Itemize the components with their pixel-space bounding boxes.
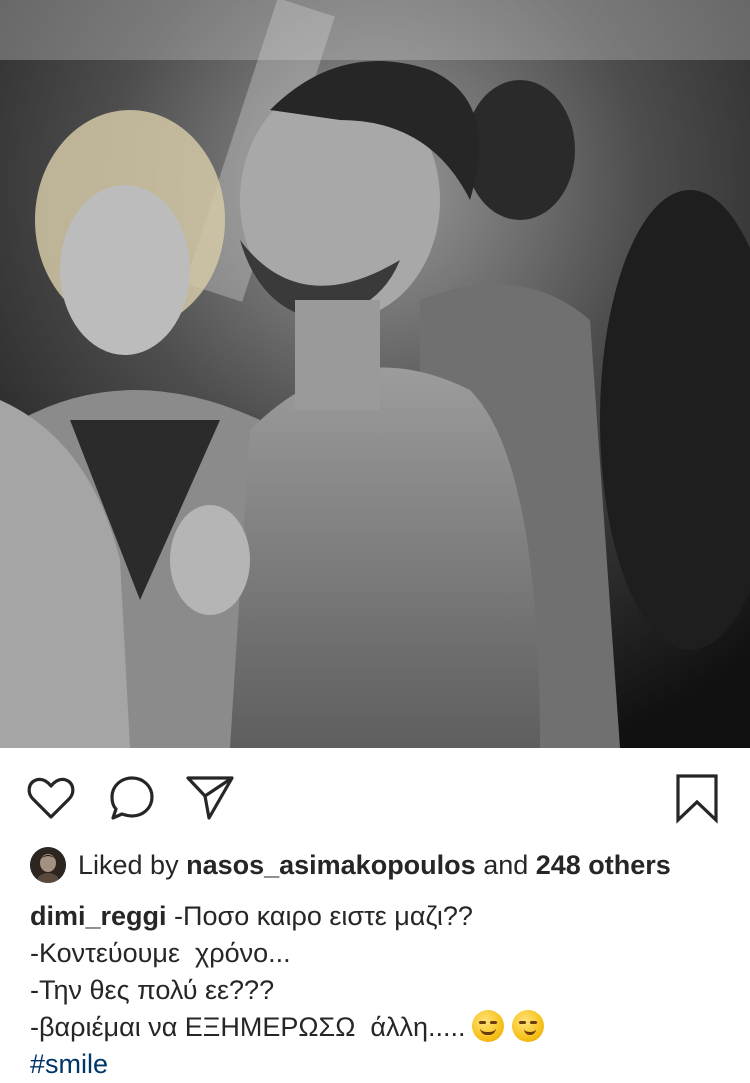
likes-middle: and <box>475 850 536 880</box>
post-caption: dimi_reggi -Ποσο καιρο ειστε μαζι?? -Κον… <box>30 898 730 1083</box>
rolling-on-floor-laughing-emoji-icon <box>471 1010 504 1042</box>
post-action-bar <box>0 748 750 844</box>
caption-line-4: -βαριέμαι να ΕΞΗΜΕΡΩΣΩ άλλη..... <box>30 1009 730 1046</box>
avatar[interactable] <box>30 847 66 883</box>
caption-text-1: -Ποσο καιρο ειστε μαζι?? <box>166 901 473 931</box>
save-button[interactable] <box>672 772 722 824</box>
photo-illustration <box>0 0 750 748</box>
share-button[interactable] <box>184 772 236 824</box>
bookmark-icon <box>676 774 718 824</box>
post-photo[interactable] <box>0 0 750 748</box>
smirking-face-emoji-icon <box>511 1010 544 1042</box>
likes-prefix: Liked by <box>78 850 187 880</box>
likes-summary[interactable]: Liked by nasos_asimakopoulos and 248 oth… <box>30 847 671 883</box>
paper-plane-icon <box>186 776 234 820</box>
caption-line-1: dimi_reggi -Ποσο καιρο ειστε μαζι?? <box>30 898 730 935</box>
caption-username[interactable]: dimi_reggi <box>30 901 167 931</box>
heart-icon <box>27 777 75 819</box>
caption-text-4: -βαριέμαι να ΕΞΗΜΕΡΩΣΩ άλλη..... <box>30 1012 466 1042</box>
caption-text-2: -Κοντεύουμε χρόνο... <box>30 938 291 968</box>
likes-others-count[interactable]: 248 others <box>536 847 671 883</box>
comment-icon <box>110 776 154 820</box>
avatar-image <box>30 847 66 883</box>
caption-text-3: -Την θες πολύ εε??? <box>30 975 275 1005</box>
liked-by-username[interactable]: nasos_asimakopoulos <box>186 847 476 883</box>
comment-button[interactable] <box>106 772 158 824</box>
like-button[interactable] <box>25 772 77 824</box>
hashtag-link[interactable]: #smile <box>30 1046 730 1083</box>
